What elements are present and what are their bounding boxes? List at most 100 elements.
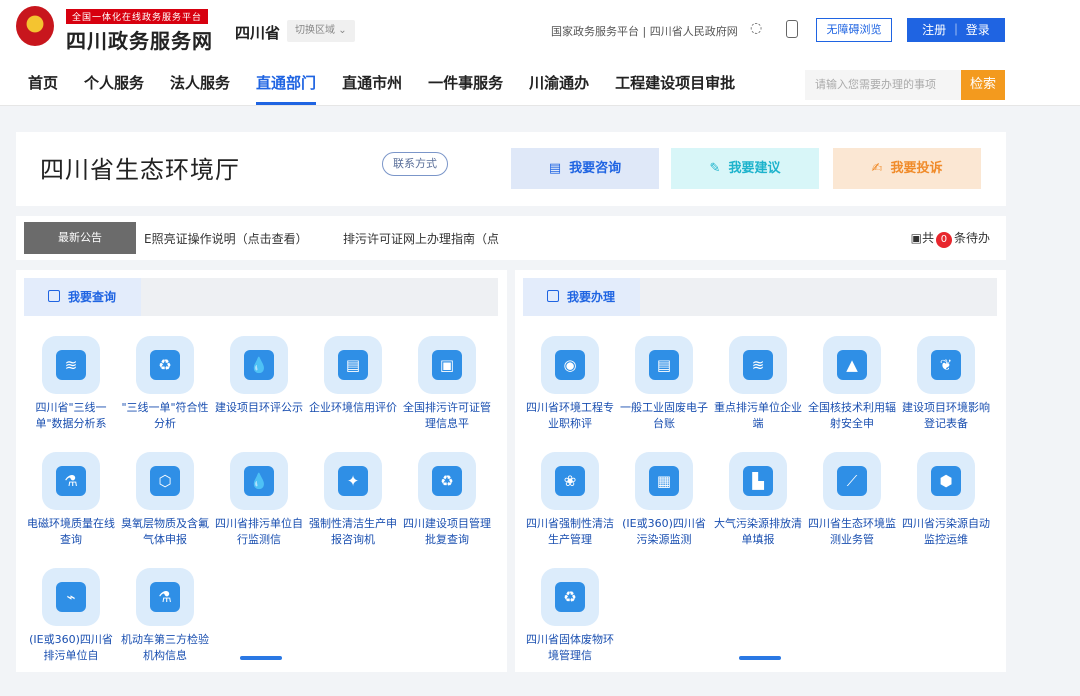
top-links[interactable]: 国家政务服务平台 | 四川省人民政府网 xyxy=(551,23,738,39)
service-label: 电磁环境质量在线查询 xyxy=(27,517,115,546)
service-tile[interactable]: ◉ 四川省环境工程专业职称评 xyxy=(523,336,617,432)
consult-button[interactable]: ▤ 我要咨询 xyxy=(511,148,659,189)
service-tile[interactable]: ▤ 企业环境信用评价 xyxy=(306,336,400,432)
notice-item[interactable]: 排污许可证网上办理指南（点 xyxy=(343,230,499,247)
register-login-button[interactable]: 注册 ｜ 登录 xyxy=(907,18,1005,42)
nav-item-one-thing[interactable]: 一件事服务 xyxy=(428,72,503,103)
nav-item-home[interactable]: 首页 xyxy=(28,72,58,103)
tab-query[interactable]: 我要查询 xyxy=(24,278,141,316)
service-tile[interactable]: ❦ 建设项目环境影响登记表备 xyxy=(899,336,993,432)
brand-name[interactable]: 四川政务服务网 xyxy=(66,25,213,54)
globe-icon: ◉ xyxy=(555,350,585,380)
recycle-battery-icon: ♻ xyxy=(150,350,180,380)
service-icon-box: ⚗ xyxy=(42,452,100,510)
nav-item-chuanyu[interactable]: 川渝通办 xyxy=(529,72,589,103)
leaf-circle-icon: ❀ xyxy=(555,466,585,496)
service-label: 建设项目环评公示 xyxy=(215,401,303,414)
service-tile[interactable]: ⬡ 臭氧层物质及含氟气体申报 xyxy=(118,452,212,548)
water-drop-icon: 💧 xyxy=(244,466,274,496)
handle-grid: ◉ 四川省环境工程专业职称评 ▤ 一般工业固废电子台账 ≋ 重点排污单位企业端 ▲ 全国核技术… xyxy=(523,336,997,664)
test-tube-icon: ⟋ xyxy=(837,466,867,496)
todo-counter[interactable]: ▣共 0 条待办 xyxy=(911,229,990,248)
service-label: 四川省排污单位自行监测信 xyxy=(215,517,303,546)
service-icon-box: ≋ xyxy=(729,336,787,394)
service-tile[interactable]: ♻ "三线一单"符合性分析 xyxy=(118,336,212,432)
nav-item-construction[interactable]: 工程建设项目审批 xyxy=(615,72,735,103)
water-hand-icon: 💧 xyxy=(244,350,274,380)
header: 全国一体化在线政务服务平台 四川政务服务网 四川省 切换区域 ⌄ 国家政务服务平… xyxy=(0,0,1080,106)
service-tile[interactable]: ▣ 全国排污许可证管理信息平 xyxy=(400,336,494,432)
service-tile[interactable]: ▤ 一般工业固废电子台账 xyxy=(617,336,711,432)
nav-item-departments[interactable]: 直通部门 xyxy=(256,72,317,105)
suggest-button[interactable]: ✎ 我要建议 xyxy=(671,148,819,189)
service-label: 全国核技术利用辐射安全申 xyxy=(808,401,896,430)
panel-header: 我要办理 xyxy=(523,278,997,316)
service-tile[interactable]: ⬢ 四川省污染源自动监控运维 xyxy=(899,452,993,548)
service-label: 企业环境信用评价 xyxy=(309,401,397,414)
chart-screen-icon: ≋ xyxy=(56,350,86,380)
service-tile[interactable]: 💧 四川省排污单位自行监测信 xyxy=(212,452,306,548)
service-tile[interactable]: ⚗ 电磁环境质量在线查询 xyxy=(24,452,118,548)
search-button[interactable]: 检索 xyxy=(961,70,1005,100)
page-title: 四川省生态环境厅 xyxy=(40,156,240,184)
chart-screen-icon: ≋ xyxy=(743,350,773,380)
complain-button[interactable]: ✍ 我要投诉 xyxy=(833,148,981,189)
service-icon-box: ▙ xyxy=(729,452,787,510)
service-tile[interactable]: ▲ 全国核技术利用辐射安全申 xyxy=(805,336,899,432)
leaf-icon: ❦ xyxy=(931,350,961,380)
service-tile[interactable]: ▦ (IE或360)四川省污染源监测 xyxy=(617,452,711,548)
switch-area-dropdown[interactable]: 切换区域 ⌄ xyxy=(287,20,355,42)
service-icon-box: ❀ xyxy=(541,452,599,510)
service-tile[interactable]: ⟋ 四川省生态环境监测业务管 xyxy=(805,452,899,548)
contact-button[interactable]: 联系方式 xyxy=(382,152,448,176)
screen-icon: ▣ xyxy=(432,350,462,380)
service-label: 四川省污染源自动监控运维 xyxy=(902,517,990,546)
service-icon-box: 💧 xyxy=(230,336,288,394)
checkbox-icon xyxy=(547,290,559,302)
department-card: 四川省生态环境厅 联系方式 ▤ 我要咨询 ✎ 我要建议 ✍ 我要投诉 xyxy=(16,132,1006,206)
calendar-icon: ▣ xyxy=(910,231,922,245)
message-icon: ▤ xyxy=(548,161,562,176)
service-tile[interactable]: ♻ 四川省固体废物环境管理信 xyxy=(523,568,617,664)
tab-handle[interactable]: 我要办理 xyxy=(523,278,640,316)
nav-item-personal[interactable]: 个人服务 xyxy=(84,72,144,103)
service-tile[interactable]: ≋ 重点排污单位企业端 xyxy=(711,336,805,432)
service-label: 臭氧层物质及含氟气体申报 xyxy=(121,517,209,546)
service-tile[interactable]: ▙ 大气污染源排放清单填报 xyxy=(711,452,805,548)
main-nav: 首页 个人服务 法人服务 直通部门 直通市州 一件事服务 川渝通办 工程建设项目… xyxy=(28,72,761,105)
pagination-indicator[interactable] xyxy=(739,656,781,660)
service-tile[interactable]: ❀ 四川省强制性清洁生产管理 xyxy=(523,452,617,548)
service-icon-box: ♻ xyxy=(136,336,194,394)
nav-item-corporate[interactable]: 法人服务 xyxy=(170,72,230,103)
suggest-label: 我要建议 xyxy=(728,161,781,176)
pagination-indicator[interactable] xyxy=(240,656,282,660)
document-icon: ▤ xyxy=(649,350,679,380)
accessibility-button[interactable]: 无障碍浏览 xyxy=(816,18,892,42)
recycle-icon: ♻ xyxy=(432,466,462,496)
service-icon-box: ❦ xyxy=(917,336,975,394)
service-icon-box: ⟋ xyxy=(823,452,881,510)
service-tile[interactable]: ✦ 强制性清洁生产申报咨询机 xyxy=(306,452,400,548)
flask-icon: ⚗ xyxy=(56,466,86,496)
mobile-icon[interactable] xyxy=(786,20,798,38)
wechat-icon[interactable]: ◌ xyxy=(750,20,770,38)
service-label: 四川省生态环境监测业务管 xyxy=(808,517,896,546)
service-tile[interactable]: 💧 建设项目环评公示 xyxy=(212,336,306,432)
province-label: 四川省 xyxy=(235,24,281,42)
notice-bar: 最新公告 E照亮证操作说明（点击查看） 排污许可证网上办理指南（点 ▣共 0 条待办 xyxy=(16,216,1006,260)
query-panel: 我要查询 ≋ 四川省"三线一单"数据分析系 ♻ "三线一单"符合性分析 💧 建设项目环评公… xyxy=(16,270,507,672)
service-icon-box: ⚗ xyxy=(136,568,194,626)
query-grid: ≋ 四川省"三线一单"数据分析系 ♻ "三线一单"符合性分析 💧 建设项目环评公示 ▤ 企业环… xyxy=(24,336,498,664)
search-input[interactable]: 请输入您需要办理的事项 xyxy=(805,70,961,100)
molecule-icon: ⬡ xyxy=(150,466,180,496)
service-tile[interactable]: ⚗ 机动车第三方检验机构信息 xyxy=(118,568,212,664)
solar-panel-icon: ▦ xyxy=(649,466,679,496)
consult-label: 我要咨询 xyxy=(569,161,622,176)
service-tile[interactable]: ≋ 四川省"三线一单"数据分析系 xyxy=(24,336,118,432)
notice-item[interactable]: E照亮证操作说明（点击查看） xyxy=(144,230,308,247)
service-tile[interactable]: ♻ 四川建设项目管理批复查询 xyxy=(400,452,494,548)
service-tile[interactable]: ⌁ (IE或360)四川省排污单位自 xyxy=(24,568,118,664)
nav-item-cities[interactable]: 直通市州 xyxy=(342,72,402,103)
todo-badge: 0 xyxy=(935,232,952,248)
service-icon-box: 💧 xyxy=(230,452,288,510)
